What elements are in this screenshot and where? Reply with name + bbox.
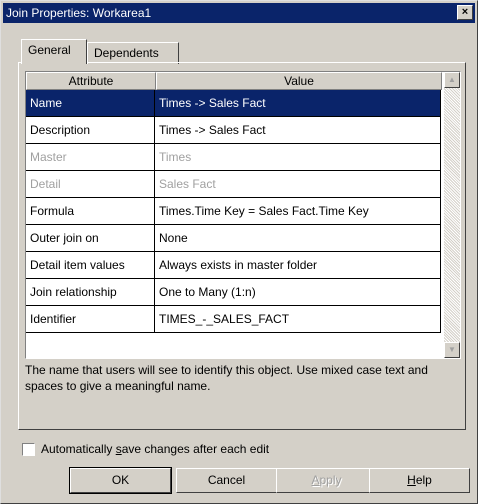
- apply-mnemonic: A: [311, 473, 320, 487]
- close-icon[interactable]: ×: [457, 5, 473, 20]
- tab-general[interactable]: General: [21, 39, 87, 64]
- autosave-label[interactable]: Automatically save changes after each ed…: [41, 442, 269, 456]
- help-rest: elp: [415, 473, 432, 487]
- help-button[interactable]: Help: [369, 468, 470, 493]
- autosave-checkbox[interactable]: [22, 443, 35, 456]
- help-mnemonic: H: [407, 473, 416, 487]
- title-bar[interactable]: Join Properties: Workarea1 ×: [3, 3, 475, 23]
- ok-button[interactable]: OK: [69, 467, 172, 494]
- tab-dependents-label: Dependents: [94, 46, 159, 60]
- tab-dependents[interactable]: Dependents: [87, 42, 179, 64]
- tab-general-label: General: [28, 43, 71, 57]
- apply-button[interactable]: Apply: [276, 468, 377, 493]
- general-tab-panel: [18, 62, 466, 430]
- dialog-window: Join Properties: Workarea1 × General Dep…: [0, 0, 478, 504]
- cancel-button[interactable]: Cancel: [176, 468, 277, 493]
- autosave-label-prefix: Automatically: [41, 442, 116, 456]
- apply-rest: pply: [319, 473, 342, 487]
- autosave-label-suffix: ave changes after each edit: [121, 442, 270, 456]
- window-title: Join Properties: Workarea1: [6, 6, 152, 20]
